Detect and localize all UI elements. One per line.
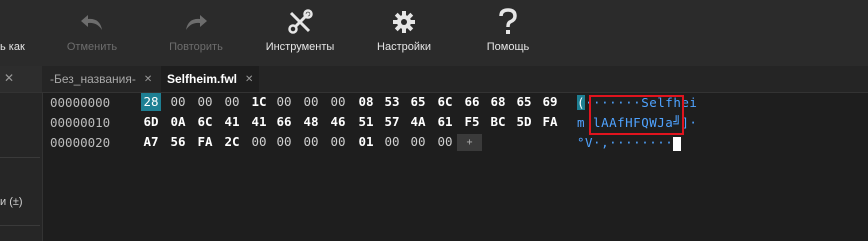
ascii-text: °V·,········: [577, 135, 674, 150]
hex-byte[interactable]: 00: [195, 93, 215, 111]
hex-byte[interactable]: 00: [301, 93, 321, 111]
hex-byte[interactable]: 6D: [141, 113, 161, 131]
tab-untitled[interactable]: -Без_названия- ✕: [44, 66, 158, 92]
help-label: Помощь: [486, 41, 530, 53]
tools-label: Инструменты: [265, 41, 335, 53]
hex-byte[interactable]: 00: [249, 133, 269, 151]
settings-button[interactable]: Настройки: [372, 6, 436, 53]
hex-byte[interactable]: 00: [168, 93, 188, 111]
hex-byte[interactable]: 28: [141, 93, 161, 111]
close-icon[interactable]: ✕: [245, 74, 253, 85]
tab-label: Selfheim.fwl: [167, 72, 238, 86]
tools-button[interactable]: Инструменты: [260, 6, 340, 53]
sidebar-label: и (±): [0, 196, 23, 208]
hex-byte[interactable]: 0A: [168, 113, 188, 131]
hex-byte[interactable]: 00: [328, 133, 348, 151]
hex-byte[interactable]: FA: [195, 133, 215, 151]
left-sidebar: [0, 93, 43, 241]
toolbar: ь как Отменить Повторить Инструменты Нас…: [0, 0, 868, 66]
offset-label: 00000010: [50, 115, 111, 130]
settings-label: Настройки: [377, 41, 431, 53]
hex-byte[interactable]: 00: [382, 133, 402, 151]
hex-byte[interactable]: 53: [382, 93, 402, 111]
hex-byte[interactable]: 08: [356, 93, 376, 111]
hex-byte[interactable]: 2C: [222, 133, 242, 151]
append-byte-button[interactable]: +: [457, 134, 482, 151]
hex-byte[interactable]: 4A: [408, 113, 428, 131]
hex-byte[interactable]: 6C: [435, 93, 455, 111]
hex-byte[interactable]: 61: [435, 113, 455, 131]
tab-bar: ✕ -Без_названия- ✕ Selfheim.fwl ✕: [0, 66, 868, 93]
question-mark-icon: [480, 6, 536, 38]
redo-icon: [163, 6, 229, 38]
redo-label: Повторить: [169, 41, 223, 53]
hex-byte[interactable]: 41: [249, 113, 269, 131]
hex-byte[interactable]: 65: [408, 93, 428, 111]
highlight-annotation-box: [589, 95, 684, 135]
gear-icon: [372, 6, 436, 38]
hex-byte[interactable]: 00: [408, 133, 428, 151]
hex-byte[interactable]: A7: [141, 133, 161, 151]
hex-byte[interactable]: 00: [274, 93, 294, 111]
hex-byte[interactable]: 46: [328, 113, 348, 131]
redo-button[interactable]: Повторить: [163, 6, 229, 53]
offset-label: 00000020: [50, 135, 111, 150]
hex-byte[interactable]: 00: [222, 93, 242, 111]
undo-button[interactable]: Отменить: [60, 6, 124, 53]
hex-byte[interactable]: FA: [540, 113, 560, 131]
divider: [0, 225, 40, 226]
hex-byte[interactable]: 51: [356, 113, 376, 131]
hex-byte[interactable]: 57: [382, 113, 402, 131]
tools-icon: [260, 6, 340, 38]
hex-byte[interactable]: 66: [274, 113, 294, 131]
hex-byte[interactable]: 48: [301, 113, 321, 131]
undo-icon: [60, 6, 124, 38]
hex-byte[interactable]: 56: [168, 133, 188, 151]
hex-byte[interactable]: 00: [274, 133, 294, 151]
offset-label: 00000000: [50, 95, 111, 110]
ascii-selected-char: (: [577, 95, 586, 110]
hex-byte[interactable]: 6C: [195, 113, 215, 131]
divider: [0, 157, 40, 158]
hex-byte[interactable]: 01: [356, 133, 376, 151]
hex-byte[interactable]: 69: [540, 93, 560, 111]
hex-byte[interactable]: BC: [488, 113, 508, 131]
save-as-button[interactable]: ь как: [0, 6, 25, 53]
hex-byte[interactable]: 1C: [249, 93, 269, 111]
hex-byte[interactable]: 66: [462, 93, 482, 111]
undo-label: Отменить: [66, 41, 118, 53]
close-icon[interactable]: ✕: [144, 74, 152, 85]
sidebar-tab-header: ✕: [0, 66, 42, 92]
tab-selfheim[interactable]: Selfheim.fwl ✕: [161, 66, 260, 92]
hex-byte[interactable]: 00: [435, 133, 455, 151]
hex-byte[interactable]: 00: [301, 133, 321, 151]
save-as-label: ь как: [0, 41, 25, 53]
close-icon[interactable]: ✕: [4, 71, 14, 85]
hex-byte[interactable]: 65: [514, 93, 534, 111]
hex-byte[interactable]: 68: [488, 93, 508, 111]
hex-byte[interactable]: 41: [222, 113, 242, 131]
hex-byte[interactable]: 5D: [514, 113, 534, 131]
hex-byte[interactable]: F5: [462, 113, 482, 131]
ascii-row[interactable]: °V·,········: [577, 135, 682, 151]
hex-byte[interactable]: 00: [328, 93, 348, 111]
tab-label: -Без_названия-: [50, 72, 136, 86]
text-caret: [673, 136, 682, 151]
help-button[interactable]: Помощь: [480, 6, 536, 53]
